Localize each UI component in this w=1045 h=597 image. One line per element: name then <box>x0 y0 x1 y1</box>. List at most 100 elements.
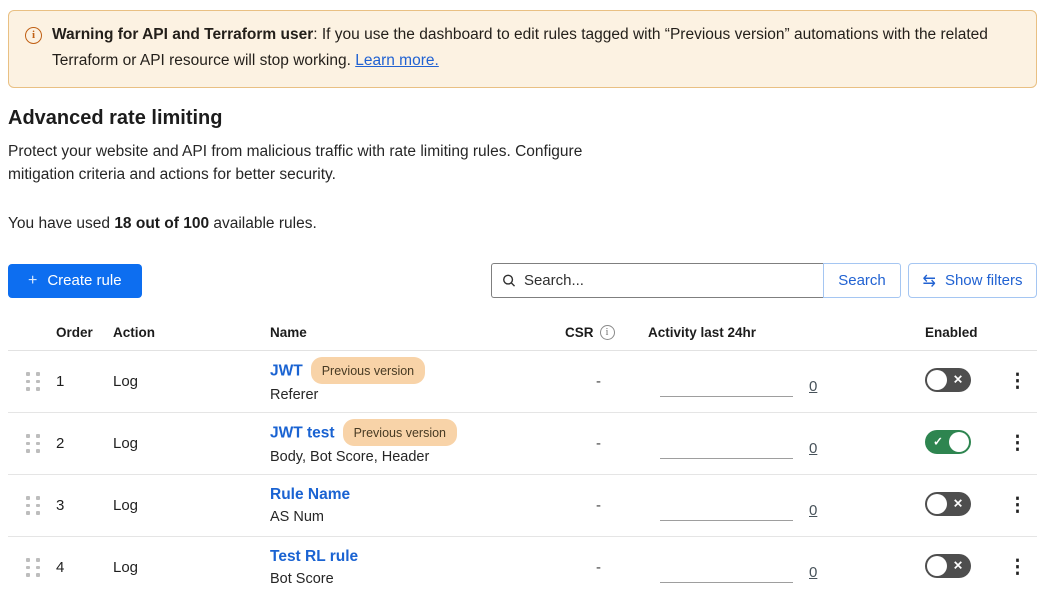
rule-csr: - <box>557 497 640 514</box>
previous-version-badge: Previous version <box>343 419 457 446</box>
create-rule-label: Create rule <box>47 272 121 289</box>
row-menu-kebab-icon[interactable]: ⋮ <box>990 496 1037 516</box>
table-header-row: Order Action Name CSR i Activity last 24h… <box>8 325 1037 351</box>
rule-criteria: AS Num <box>270 506 557 528</box>
activity-count-link[interactable]: 0 <box>809 378 817 395</box>
header-enabled: Enabled <box>917 325 990 340</box>
rule-order: 1 <box>48 373 105 390</box>
activity-count-link[interactable]: 0 <box>809 564 817 581</box>
table-row: 4 Log Test RL rule Bot Score - 0 ✓ ✕ ⋮ <box>8 537 1037 597</box>
usage-summary: You have used 18 out of 100 available ru… <box>8 215 1037 233</box>
show-filters-button[interactable]: ⇆ Show filters <box>908 263 1037 298</box>
toolbar: + Create rule Search ⇆ Show filters <box>8 263 1037 298</box>
search-icon <box>502 273 516 288</box>
search-button[interactable]: Search <box>823 263 901 298</box>
toggle-knob <box>927 556 947 576</box>
usage-count: 18 out of 100 <box>114 215 209 232</box>
row-menu-kebab-icon[interactable]: ⋮ <box>990 558 1037 578</box>
enabled-toggle[interactable]: ✓ ✕ <box>925 554 971 578</box>
rules-table: Order Action Name CSR i Activity last 24h… <box>8 325 1037 597</box>
rule-order: 3 <box>48 497 105 514</box>
rule-name-link[interactable]: Test RL rule <box>270 548 358 565</box>
usage-suffix: available rules. <box>209 215 317 232</box>
drag-handle-icon[interactable] <box>26 558 40 577</box>
header-name: Name <box>262 325 557 340</box>
learn-more-link[interactable]: Learn more. <box>355 52 439 69</box>
rule-order: 2 <box>48 435 105 452</box>
toggle-knob <box>949 432 969 452</box>
cross-icon: ✕ <box>953 496 963 510</box>
search-input[interactable] <box>524 272 813 289</box>
toggle-knob <box>927 494 947 514</box>
rule-name-cell: JWT Previous version Referer <box>262 357 557 406</box>
header-csr-label: CSR <box>565 325 594 340</box>
rule-activity-cell: 0 <box>640 484 917 528</box>
table-row: 3 Log Rule Name AS Num - 0 ✓ ✕ ⋮ <box>8 475 1037 537</box>
show-filters-label: Show filters <box>945 272 1023 289</box>
drag-handle-icon[interactable] <box>26 372 40 391</box>
search-box <box>491 263 823 298</box>
rule-activity-cell: 0 <box>640 360 917 404</box>
search-area: Search ⇆ Show filters <box>491 263 1037 298</box>
rule-action: Log <box>105 559 262 576</box>
cross-icon: ✕ <box>953 558 963 572</box>
rule-action: Log <box>105 435 262 452</box>
rule-name-cell: Rule Name AS Num <box>262 484 557 528</box>
rule-criteria: Body, Bot Score, Header <box>270 446 557 468</box>
row-menu-kebab-icon[interactable]: ⋮ <box>990 434 1037 454</box>
activity-count-link[interactable]: 0 <box>809 502 817 519</box>
warning-banner: i Warning for API and Terraform user: If… <box>8 10 1037 88</box>
rule-enabled-cell: ✓ ✕ <box>917 368 990 396</box>
rule-csr: - <box>557 559 640 576</box>
warning-text: Warning for API and Terraform user: If y… <box>52 22 1018 74</box>
cross-icon: ✕ <box>953 372 963 386</box>
activity-sparkline <box>660 582 793 583</box>
header-action: Action <box>105 325 262 340</box>
header-order: Order <box>48 325 105 340</box>
page-container: i Warning for API and Terraform user: If… <box>0 0 1045 597</box>
create-rule-button[interactable]: + Create rule <box>8 264 142 298</box>
plus-icon: + <box>28 272 37 290</box>
rule-activity-cell: 0 <box>640 546 917 590</box>
rule-name-link[interactable]: JWT <box>270 363 303 380</box>
table-row: 1 Log JWT Previous version Referer - 0 ✓ … <box>8 351 1037 413</box>
rule-action: Log <box>105 373 262 390</box>
csr-info-icon[interactable]: i <box>600 325 615 340</box>
rule-criteria: Referer <box>270 384 557 406</box>
enabled-toggle[interactable]: ✓ ✕ <box>925 492 971 516</box>
check-icon: ✓ <box>933 434 943 448</box>
header-csr: CSR i <box>557 325 640 340</box>
rule-action: Log <box>105 497 262 514</box>
activity-sparkline <box>660 520 793 521</box>
previous-version-badge: Previous version <box>311 357 425 384</box>
rule-name-cell: JWT test Previous version Body, Bot Score… <box>262 419 557 468</box>
rule-enabled-cell: ✓ ✕ <box>917 492 990 520</box>
enabled-toggle[interactable]: ✓ ✕ <box>925 368 971 392</box>
rule-name-link[interactable]: JWT test <box>270 425 335 442</box>
page-description: Protect your website and API from malici… <box>8 140 633 186</box>
activity-sparkline <box>660 396 793 397</box>
drag-handle-icon[interactable] <box>26 496 40 515</box>
rule-order: 4 <box>48 559 105 576</box>
swap-arrows-icon: ⇆ <box>923 271 936 291</box>
rule-criteria: Bot Score <box>270 568 557 590</box>
page-title: Advanced rate limiting <box>8 107 1037 130</box>
rule-activity-cell: 0 <box>640 422 917 466</box>
drag-handle-icon[interactable] <box>26 434 40 453</box>
rule-enabled-cell: ✓ ✕ <box>917 554 990 582</box>
table-row: 2 Log JWT test Previous version Body, Bot… <box>8 413 1037 475</box>
activity-count-link[interactable]: 0 <box>809 440 817 457</box>
usage-prefix: You have used <box>8 215 114 232</box>
warning-title: Warning for API and Terraform user <box>52 26 313 43</box>
activity-sparkline <box>660 458 793 459</box>
toggle-knob <box>927 370 947 390</box>
rule-csr: - <box>557 373 640 390</box>
rule-name-cell: Test RL rule Bot Score <box>262 546 557 590</box>
warning-info-icon: i <box>25 27 42 44</box>
enabled-toggle[interactable]: ✓ ✕ <box>925 430 971 454</box>
rule-csr: - <box>557 435 640 452</box>
row-menu-kebab-icon[interactable]: ⋮ <box>990 372 1037 392</box>
header-activity: Activity last 24hr <box>640 325 917 340</box>
rule-name-link[interactable]: Rule Name <box>270 486 350 503</box>
rule-enabled-cell: ✓ ✕ <box>917 430 990 458</box>
